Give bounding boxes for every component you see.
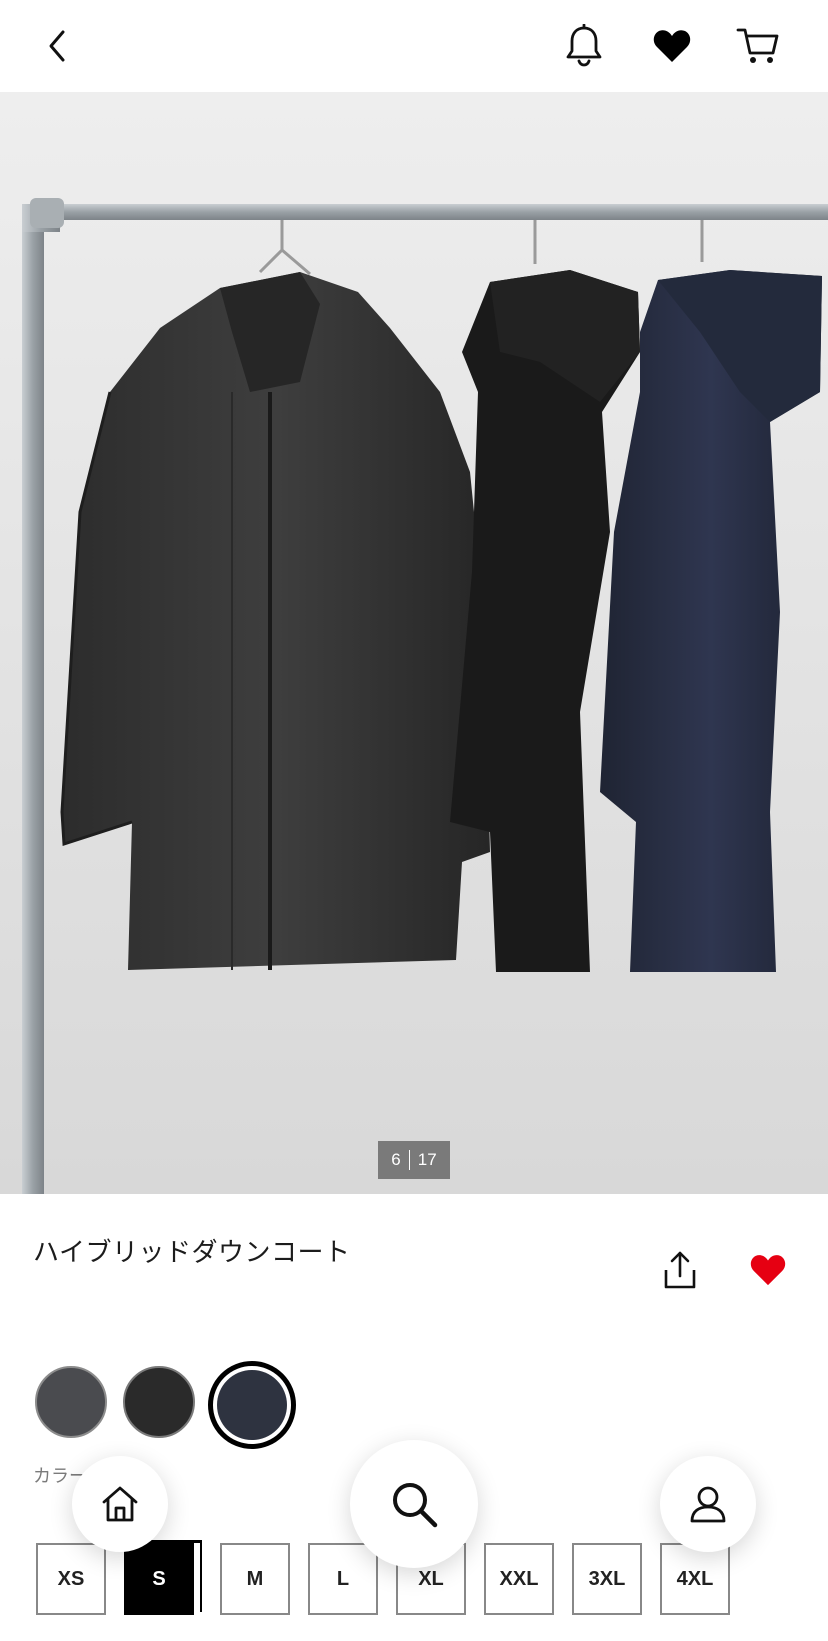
color-swatch-navy-fill bbox=[217, 1370, 287, 1440]
color-swatch-navy-selected[interactable] bbox=[208, 1361, 296, 1449]
size-4xl-button[interactable]: 4XL bbox=[660, 1543, 730, 1615]
size-xs-button[interactable]: XS bbox=[36, 1543, 106, 1615]
share-button[interactable] bbox=[656, 1246, 704, 1294]
size-s-button[interactable]: S bbox=[124, 1543, 194, 1615]
account-button[interactable] bbox=[660, 1456, 756, 1552]
share-icon bbox=[664, 1251, 696, 1289]
gallery-current: 6 bbox=[391, 1150, 401, 1169]
back-button[interactable] bbox=[34, 22, 82, 70]
coats-on-rail-illustration bbox=[22, 198, 828, 1194]
heart-filled-icon bbox=[750, 1255, 786, 1286]
favorites-button[interactable] bbox=[648, 22, 696, 70]
color-swatch-black[interactable] bbox=[123, 1366, 195, 1438]
user-icon bbox=[690, 1486, 726, 1523]
cart-icon bbox=[736, 28, 779, 63]
gallery-counter: 6 17 bbox=[378, 1141, 450, 1179]
cart-button[interactable] bbox=[734, 22, 782, 70]
heart-filled-icon bbox=[653, 30, 691, 62]
size-3xl-button[interactable]: 3XL bbox=[572, 1543, 642, 1615]
search-icon bbox=[393, 1483, 438, 1528]
product-title: ハイブリッドダウンコート bbox=[33, 1238, 351, 1268]
size-m-button[interactable]: M bbox=[220, 1543, 290, 1615]
gallery-counter-divider bbox=[408, 1150, 410, 1170]
home-icon bbox=[102, 1486, 138, 1522]
search-button[interactable] bbox=[350, 1440, 478, 1568]
product-image[interactable] bbox=[0, 92, 828, 1194]
add-to-favorites-button[interactable] bbox=[742, 1246, 794, 1294]
size-l-button[interactable]: L bbox=[308, 1543, 378, 1615]
home-button[interactable] bbox=[72, 1456, 168, 1552]
bell-icon bbox=[566, 24, 602, 67]
size-xxl-button[interactable]: XXL bbox=[484, 1543, 554, 1615]
gallery-total: 17 bbox=[417, 1150, 437, 1169]
notifications-button[interactable] bbox=[560, 22, 608, 70]
color-swatch-gray[interactable] bbox=[35, 1366, 107, 1438]
chevron-left-icon bbox=[49, 30, 65, 62]
top-bar bbox=[0, 0, 828, 92]
